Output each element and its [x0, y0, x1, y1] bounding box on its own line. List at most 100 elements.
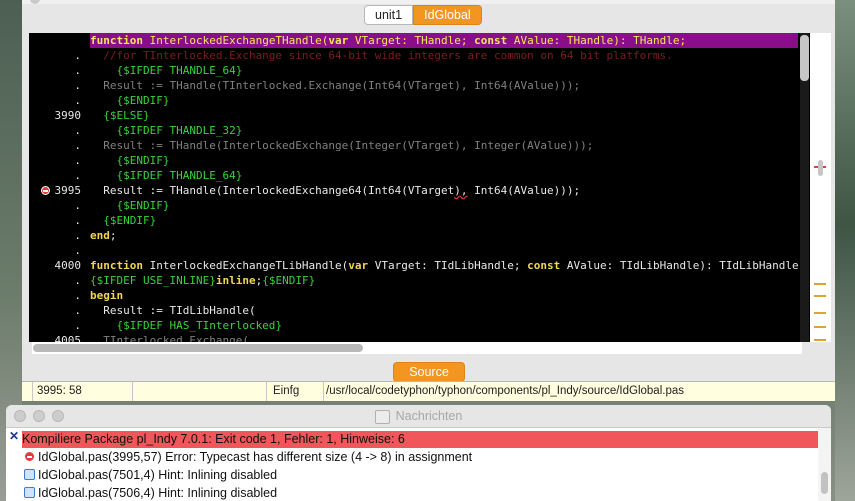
- line-number[interactable]: .: [29, 228, 81, 243]
- code-token: InterlockedExchangeTLibHandle(: [142, 259, 349, 272]
- horizontal-scrollbar-thumb[interactable]: [33, 344, 363, 352]
- code-line[interactable]: Result := TIdLibHandle(: [90, 303, 255, 318]
- messages-window-icon: [374, 409, 390, 424]
- editor-tabs: unit1 IdGlobal: [364, 5, 482, 25]
- breakpoint-error-icon[interactable]: [41, 186, 50, 195]
- code-line[interactable]: begin: [90, 288, 123, 303]
- messages-title-bar: Nachrichten: [6, 405, 831, 428]
- code-line[interactable]: {$IFDEF THANDLE_32}: [90, 123, 242, 138]
- line-number[interactable]: .: [29, 318, 81, 333]
- messages-scrollbar-thumb[interactable]: [821, 472, 828, 494]
- code-token: ),: [454, 184, 468, 197]
- code-token: var: [348, 259, 369, 272]
- code-line[interactable]: Result := THandle(InterlockedExchange64(…: [90, 183, 580, 198]
- overview-ruler[interactable]: [810, 33, 831, 342]
- vertical-scrollbar[interactable]: [800, 33, 809, 342]
- message-text: IdGlobal.pas(7506,4) Hint: Inlining disa…: [38, 486, 278, 500]
- line-number[interactable]: [29, 33, 81, 48]
- line-number-gutter[interactable]: .... 3990.... 3995.... 4000.... 4005: [29, 33, 87, 342]
- overview-hint-mark[interactable]: [814, 326, 826, 328]
- message-hint-row[interactable]: IdGlobal.pas(7506,4) Hint: Inlining disa…: [22, 485, 818, 501]
- code-token: function: [90, 34, 143, 47]
- code-token: {$IFDEF USE_INLINE}: [90, 274, 216, 287]
- line-number[interactable]: .: [29, 63, 81, 78]
- line-number[interactable]: .: [29, 123, 81, 138]
- line-number[interactable]: .: [29, 138, 81, 153]
- message-summary-row[interactable]: Kompiliere Package pl_Indy 7.0.1: Exit c…: [22, 431, 818, 448]
- code-line[interactable]: {$ELSE}: [90, 108, 149, 123]
- code-token: Result := THandle(InterlockedExchange(In…: [90, 139, 594, 152]
- line-number[interactable]: .: [29, 93, 81, 108]
- code-token: {$IFDEF HAS_TInterlocked}: [90, 319, 283, 332]
- line-number[interactable]: .: [29, 168, 81, 183]
- message-hint-row[interactable]: IdGlobal.pas(7501,4) Hint: Inlining disa…: [22, 467, 818, 484]
- line-number[interactable]: .: [29, 303, 81, 318]
- code-token: TInterlocked.Exchange(: [90, 334, 249, 342]
- line-number[interactable]: .: [29, 153, 81, 168]
- line-number[interactable]: .: [29, 78, 81, 93]
- code-token: Result := THandle(TInterlocked.Exchange(…: [90, 79, 581, 92]
- hint-icon: [24, 487, 35, 498]
- overview-hint-mark[interactable]: [814, 339, 826, 341]
- line-number[interactable]: .: [29, 288, 81, 303]
- message-error-row[interactable]: IdGlobal.pas(3995,57) Error: Typecast ha…: [22, 449, 818, 466]
- line-number[interactable]: 3990: [29, 108, 82, 123]
- error-icon: [24, 451, 35, 462]
- code-token: VTarget: THandle;: [348, 34, 475, 47]
- source-tab-button[interactable]: Source: [393, 362, 465, 382]
- line-number[interactable]: .: [29, 243, 81, 258]
- code-line[interactable]: TInterlocked.Exchange(: [90, 333, 249, 342]
- vertical-scrollbar-thumb[interactable]: [800, 35, 809, 81]
- line-number[interactable]: .: [29, 273, 81, 288]
- line-number[interactable]: .: [29, 198, 81, 213]
- code-line[interactable]: end;: [90, 228, 117, 243]
- code-lines[interactable]: function InterlockedExchangeTHandle(var …: [90, 33, 798, 342]
- tab-unit1[interactable]: unit1: [364, 5, 414, 25]
- overview-hint-mark[interactable]: [814, 312, 826, 314]
- messages-list[interactable]: Kompiliere Package pl_Indy 7.0.1: Exit c…: [6, 428, 818, 501]
- code-token: ;: [109, 229, 117, 242]
- code-line[interactable]: Result := THandle(TInterlocked.Exchange(…: [90, 78, 580, 93]
- code-token: {$ENDIF}: [90, 94, 170, 107]
- status-modified: [133, 382, 267, 401]
- code-line[interactable]: {$ENDIF}: [90, 213, 156, 228]
- code-token: Int64(AValue)));: [467, 184, 581, 197]
- code-token: end: [90, 229, 110, 242]
- code-token: const: [474, 34, 508, 47]
- code-line[interactable]: //for TInterlocked.Exchange since 64-bit…: [90, 48, 673, 63]
- line-number[interactable]: 4000: [29, 258, 82, 273]
- overview-hint-mark[interactable]: [814, 283, 826, 285]
- horizontal-scrollbar[interactable]: [32, 342, 802, 354]
- tab-idglobal[interactable]: IdGlobal: [413, 5, 482, 25]
- code-token: Result := THandle(InterlockedExchange64(…: [90, 184, 455, 197]
- code-line[interactable]: {$IFDEF THANDLE_64}: [90, 63, 242, 78]
- code-line[interactable]: {$IFDEF THANDLE_64}: [90, 168, 242, 183]
- code-token: {$IFDEF THANDLE_64}: [90, 64, 243, 77]
- line-number[interactable]: .: [29, 48, 81, 63]
- code-line[interactable]: Result := THandle(InterlockedExchange(In…: [90, 138, 593, 153]
- message-text: Kompiliere Package pl_Indy 7.0.1: Exit c…: [22, 432, 405, 446]
- code-token: {$IFDEF THANDLE_64}: [90, 169, 243, 182]
- overview-hint-mark[interactable]: [814, 295, 826, 297]
- code-line[interactable]: {$IFDEF HAS_TInterlocked}: [90, 318, 282, 333]
- overview-scroll-thumb[interactable]: [818, 160, 823, 176]
- messages-scrollbar[interactable]: [818, 428, 831, 501]
- line-number[interactable]: 4005: [29, 333, 82, 342]
- line-number[interactable]: .: [29, 213, 81, 228]
- status-cell-empty: [22, 382, 33, 401]
- code-line[interactable]: {$ENDIF}: [90, 198, 169, 213]
- line-number[interactable]: 3995: [29, 183, 82, 198]
- code-token: //for TInterlocked.Exchange since 64-bit…: [90, 49, 673, 62]
- code-line[interactable]: {$ENDIF}: [90, 93, 169, 108]
- code-line[interactable]: {$IFDEF USE_INLINE}inline;{$ENDIF}: [90, 273, 315, 288]
- code-token: {$IFDEF THANDLE_32}: [90, 124, 243, 137]
- editor-status-bar: 3995: 58 Einfg /usr/local/codetyphon/typ…: [22, 381, 835, 401]
- code-line[interactable]: function InterlockedExchangeTLibHandle(v…: [90, 258, 798, 273]
- code-token: const: [527, 259, 561, 272]
- code-line[interactable]: {$ENDIF}: [90, 153, 169, 168]
- code-editor[interactable]: .... 3990.... 3995.... 4000.... 4005 functio…: [29, 33, 831, 342]
- messages-title: Nachrichten: [6, 405, 831, 427]
- code-token: {$ENDIF}: [90, 199, 170, 212]
- current-code-line[interactable]: function InterlockedExchangeTHandle(var …: [90, 33, 798, 48]
- code-token: inline: [215, 274, 256, 287]
